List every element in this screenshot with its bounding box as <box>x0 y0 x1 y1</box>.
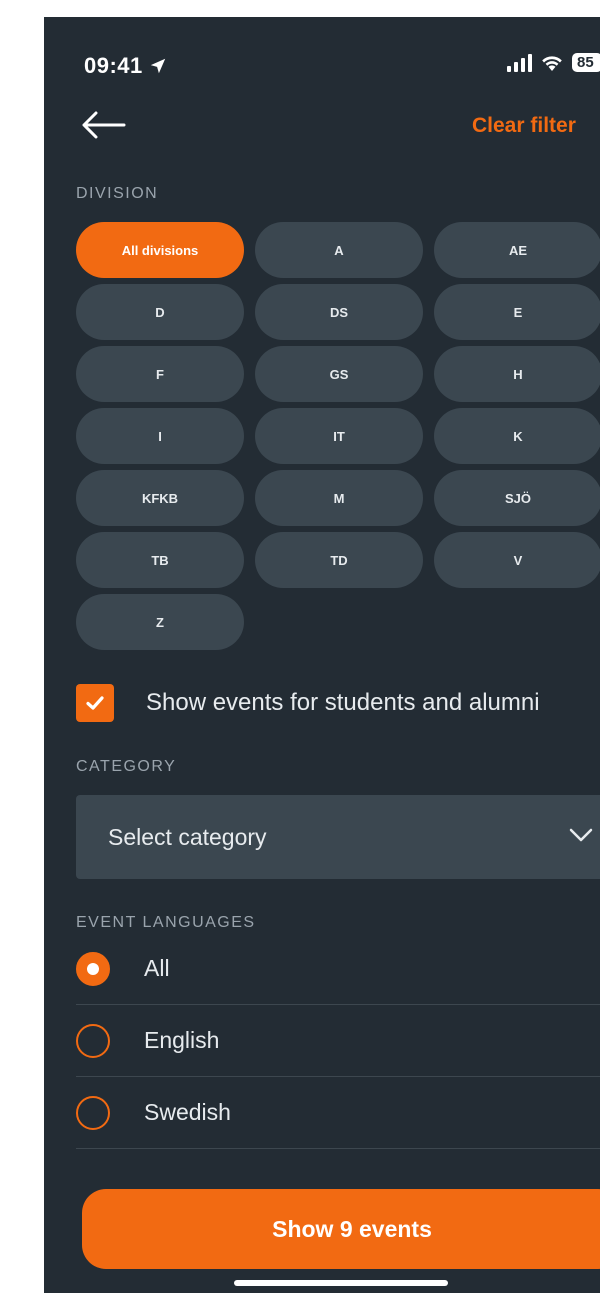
radio-english[interactable] <box>76 1023 110 1058</box>
division-label: DIVISION <box>76 185 159 202</box>
division-chip-it[interactable]: IT <box>255 408 423 464</box>
students-alumni-checkbox[interactable] <box>76 684 114 722</box>
language-option-all[interactable]: All <box>76 933 600 1005</box>
students-alumni-label: Show events for students and alumni <box>146 689 540 716</box>
cellular-signal-icon <box>507 53 532 72</box>
home-indicator <box>234 1280 448 1286</box>
division-chip-ae[interactable]: AE <box>434 222 600 278</box>
language-option-label: All <box>144 955 170 981</box>
division-chip-m[interactable]: M <box>255 470 423 526</box>
status-icons: 85 <box>507 53 600 72</box>
language-option-label: English <box>144 1027 220 1053</box>
back-button[interactable] <box>80 105 130 145</box>
language-option-label: Swedish <box>144 1099 231 1125</box>
event-languages-label: EVENT LANGUAGES <box>76 914 256 931</box>
language-option-english[interactable]: English <box>76 1005 600 1077</box>
division-chip-td[interactable]: TD <box>255 532 423 588</box>
battery-indicator: 85 <box>572 53 600 72</box>
division-chip-h[interactable]: H <box>434 346 600 402</box>
category-label: CATEGORY <box>76 758 177 775</box>
show-events-button[interactable]: Show 9 events <box>82 1189 600 1269</box>
radio-all[interactable] <box>76 951 110 986</box>
arrow-left-icon <box>82 111 126 139</box>
division-chip-gs[interactable]: GS <box>255 346 423 402</box>
division-chip-f[interactable]: F <box>76 346 244 402</box>
division-chip-kfkb[interactable]: KFKB <box>76 470 244 526</box>
division-chip-k[interactable]: K <box>434 408 600 464</box>
chevron-down-icon <box>569 828 593 842</box>
filter-screen: 09:41 85 Clear filter DIVISION All divis… <box>44 17 600 1293</box>
language-option-swedish[interactable]: Swedish <box>76 1077 600 1149</box>
division-chip-e[interactable]: E <box>434 284 600 340</box>
category-select[interactable]: Select category <box>76 795 600 879</box>
division-chip-ds[interactable]: DS <box>255 284 423 340</box>
division-chip-sjo[interactable]: SJÖ <box>434 470 600 526</box>
division-chip-a[interactable]: A <box>255 222 423 278</box>
division-chip-i[interactable]: I <box>76 408 244 464</box>
clear-filter-link[interactable]: Clear filter <box>472 114 576 138</box>
status-time: 09:41 <box>84 53 167 79</box>
location-arrow-icon <box>150 58 165 74</box>
division-chip-z[interactable]: Z <box>76 594 244 650</box>
category-select-value: Select category <box>108 823 267 850</box>
division-chip-v[interactable]: V <box>434 532 600 588</box>
division-chip-tb[interactable]: TB <box>76 532 244 588</box>
students-alumni-toggle[interactable]: Show events for students and alumni <box>76 684 540 722</box>
division-chip-d[interactable]: D <box>76 284 244 340</box>
status-time-text: 09:41 <box>84 53 143 78</box>
radio-swedish[interactable] <box>76 1095 110 1130</box>
checkmark-icon <box>86 696 104 710</box>
wifi-icon <box>540 54 564 72</box>
division-chip-all[interactable]: All divisions <box>76 222 244 278</box>
